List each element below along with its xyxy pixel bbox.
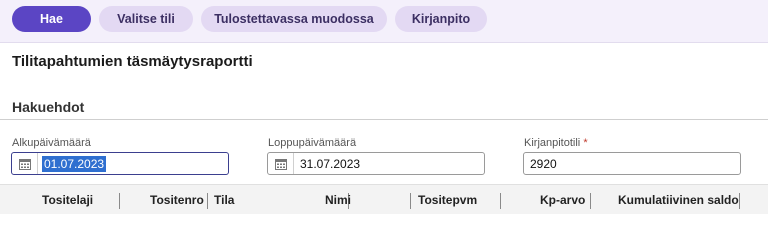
end-date-label: Loppupäivämäärä <box>268 137 357 149</box>
column-divider[interactable] <box>739 193 740 209</box>
account-label-text: Kirjanpitotili <box>524 137 581 149</box>
column-header-kp-arvo[interactable]: Kp-arvo <box>540 185 585 215</box>
page-title: Tilitapahtumien täsmäytysraportti <box>12 53 253 70</box>
column-divider[interactable] <box>207 193 208 209</box>
valitse-tili-button[interactable]: Valitse tili <box>99 6 193 32</box>
tulostettavassa-muodossa-button[interactable]: Tulostettavassa muodossa <box>201 6 387 32</box>
required-marker: * <box>583 137 588 149</box>
results-table-header: Tositelaji Tositenro Tila Nimi Tositepvm… <box>0 184 768 214</box>
start-date-label: Alkupäivämäärä <box>12 137 91 149</box>
account-field[interactable]: 2920 <box>523 152 741 175</box>
calendar-icon[interactable] <box>12 153 38 174</box>
column-header-tositepvm[interactable]: Tositepvm <box>418 185 477 215</box>
account-label: Kirjanpitotili * <box>524 137 588 149</box>
column-header-nimi[interactable]: Nimi <box>325 185 351 215</box>
end-date-field[interactable]: 31.07.2023 <box>267 152 485 175</box>
column-divider[interactable] <box>590 193 591 209</box>
column-header-tositelaji[interactable]: Tositelaji <box>42 185 93 215</box>
start-date-value[interactable]: 01.07.2023 <box>42 155 107 172</box>
section-divider <box>0 119 768 120</box>
end-date-value[interactable]: 31.07.2023 <box>294 157 360 171</box>
hae-button[interactable]: Hae <box>12 6 91 32</box>
column-header-tila[interactable]: Tila <box>214 185 234 215</box>
calendar-icon[interactable] <box>268 153 294 174</box>
column-header-kumulatiivinen-saldo[interactable]: Kumulatiivinen saldo <box>618 185 739 215</box>
column-divider[interactable] <box>410 193 411 209</box>
toolbar: Hae Valitse tili Tulostettavassa muodoss… <box>0 0 768 43</box>
account-value[interactable]: 2920 <box>524 157 557 171</box>
column-divider[interactable] <box>500 193 501 209</box>
start-date-field[interactable]: 01.07.2023 <box>11 152 229 175</box>
column-header-tositenro[interactable]: Tositenro <box>150 185 204 215</box>
column-divider[interactable] <box>119 193 120 209</box>
kirjanpito-button[interactable]: Kirjanpito <box>395 6 487 32</box>
section-title: Hakuehdot <box>12 99 85 115</box>
